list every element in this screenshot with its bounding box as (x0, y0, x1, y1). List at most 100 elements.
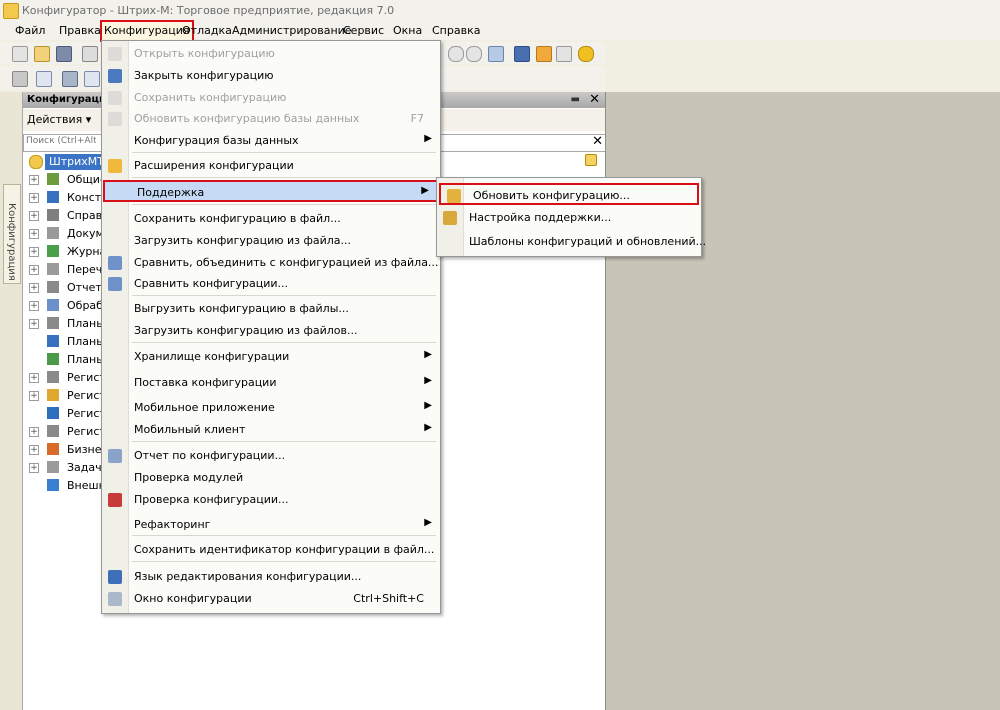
menu-item-2[interactable]: Закрыть конфигурацию (102, 65, 440, 87)
search-back-icon[interactable] (448, 46, 464, 62)
menu-item-5[interactable]: Конфигурация базы данных ▶ (102, 130, 440, 152)
menu-administration[interactable]: Администрирование (230, 23, 354, 39)
config-window-icon (108, 592, 122, 606)
tree-row-label: Регистры бухгалтерии (67, 407, 102, 420)
update-config-icon (447, 189, 461, 203)
tree-row-label: Планы счетов (67, 335, 102, 348)
expand-icon[interactable]: + (29, 265, 39, 275)
expand-icon[interactable]: + (29, 373, 39, 383)
menu-separator (132, 441, 436, 442)
menu-windows[interactable]: Окна (391, 23, 424, 39)
expand-icon[interactable]: + (29, 319, 39, 329)
menu-item-13[interactable]: Загрузить конфигурацию из файлов... (102, 320, 440, 342)
expand-icon[interactable]: + (29, 427, 39, 437)
new-document-icon[interactable] (12, 46, 28, 62)
accum-registers-icon (47, 389, 59, 401)
menu-item-label: Сравнить конфигурации... (134, 277, 289, 290)
external-sources-icon (47, 479, 59, 491)
panel-close-icon[interactable]: ✕ (589, 92, 600, 107)
expand-icon[interactable]: + (29, 175, 39, 185)
menu-item-23[interactable]: Язык редактирования конфигурации... (102, 566, 440, 588)
info-icon[interactable] (578, 46, 594, 62)
tree-row-label: Общие (67, 173, 102, 186)
menu-service[interactable]: Сервис (341, 23, 386, 39)
open-folder-icon[interactable] (34, 46, 50, 62)
expand-icon[interactable]: + (29, 463, 39, 473)
menu-item-9[interactable]: Загрузить конфигурацию из файла... (102, 230, 440, 252)
menu-item-24[interactable]: Окно конфигурации Ctrl+Shift+C (102, 588, 440, 610)
tree-root-label: ШтрихМТорговое (45, 154, 105, 170)
menu-file[interactable]: Файл (13, 23, 47, 39)
expand-icon[interactable]: + (29, 229, 39, 239)
properties-icon[interactable] (36, 71, 52, 87)
menu-help[interactable]: Справка (430, 23, 482, 39)
search-forward-icon[interactable] (466, 46, 482, 62)
menu-separator (132, 152, 436, 153)
tree-row-label: Бизнес-процессы (67, 443, 102, 456)
menu-item-21[interactable]: Рефакторинг ▶ (102, 514, 440, 536)
windows-icon[interactable] (488, 46, 504, 62)
menu-item-8[interactable]: Сохранить конфигурацию в файл... (102, 208, 440, 230)
tree-icon[interactable] (12, 71, 28, 87)
expand-icon[interactable]: + (29, 445, 39, 455)
menu-edit[interactable]: Правка (57, 23, 103, 39)
menu-item-16[interactable]: Мобильное приложение ▶ (102, 397, 440, 419)
tree-row-label: Обработки (67, 299, 102, 312)
menu-item-14[interactable]: Хранилище конфигурации ▶ (102, 346, 440, 368)
char-types-icon (47, 317, 59, 329)
menu-item-3[interactable]: Сохранить конфигурацию (102, 87, 440, 109)
tree-row-label: Планы видов расчета (67, 353, 102, 366)
submenu-arrow-icon: ▶ (424, 349, 432, 360)
menu-item-label: Сохранить идентификатор конфигурации в ф… (134, 543, 435, 556)
submenu-item-3[interactable]: Шаблоны конфигураций и обновлений... (437, 231, 706, 253)
update-db-icon (108, 112, 122, 126)
menu-item-11[interactable]: Сравнить конфигурации... (102, 273, 440, 295)
expand-icon[interactable]: + (29, 301, 39, 311)
tree-row-label: Задачи (67, 461, 102, 474)
menu-item-10[interactable]: Сравнить, объединить с конфигурацией из … (102, 252, 440, 274)
list-icon[interactable] (556, 46, 572, 62)
left-tab-strip: Конфигурация (0, 92, 22, 710)
menu-item-7[interactable]: Поддержка ▶ (103, 180, 439, 202)
tree-search-input[interactable] (26, 136, 96, 146)
menu-item-6[interactable]: Расширения конфигурации (102, 155, 440, 177)
submenu-item-1[interactable]: Обновить конфигурацию... (439, 183, 699, 205)
expand-icon[interactable]: + (29, 391, 39, 401)
help-search-icon[interactable] (536, 46, 552, 62)
window-icon[interactable] (84, 71, 100, 87)
catalogs-icon (47, 209, 59, 221)
menu-item-17[interactable]: Мобильный клиент ▶ (102, 419, 440, 441)
menu-bar: Файл Правка Конфигурация Отладка Админис… (0, 20, 1000, 42)
expand-icon[interactable]: + (29, 211, 39, 221)
run-debug-icon[interactable] (514, 46, 530, 62)
pin-icon[interactable]: ▬ (571, 94, 580, 105)
cut-icon[interactable] (82, 46, 98, 62)
submenu-arrow-icon: ▶ (424, 133, 432, 144)
expand-icon[interactable]: + (29, 193, 39, 203)
menu-item-19[interactable]: Проверка модулей (102, 467, 440, 489)
menu-item-18[interactable]: Отчет по конфигурации... (102, 445, 440, 467)
configuration-menu: Открыть конфигурацию Закрыть конфигурацию… (101, 40, 441, 614)
expand-icon[interactable]: + (29, 283, 39, 293)
submenu-item-2[interactable]: Настройка поддержки... (437, 207, 701, 229)
menu-separator (132, 204, 436, 205)
menu-item-1[interactable]: Открыть конфигурацию (102, 43, 440, 65)
calc-types-icon (47, 353, 59, 365)
menu-item-15[interactable]: Поставка конфигурации ▶ (102, 372, 440, 394)
menu-item-label: Открыть конфигурацию (134, 47, 275, 60)
save-icon[interactable] (56, 46, 72, 62)
menu-item-4[interactable]: Обновить конфигурацию базы данных F7 (102, 108, 440, 130)
support-submenu: Обновить конфигурацию... Настройка поддер… (436, 177, 706, 257)
menu-item-22[interactable]: Сохранить идентификатор конфигурации в ф… (102, 539, 440, 561)
menu-debug[interactable]: Отладка (180, 23, 234, 39)
database-icon[interactable] (62, 71, 78, 87)
menu-separator (132, 342, 436, 343)
constants-icon (47, 191, 59, 203)
actions-dropdown[interactable]: Действия ▾ (27, 113, 91, 126)
menu-item-12[interactable]: Выгрузить конфигурацию в файлы... (102, 298, 440, 320)
menu-item-label: Рефакторинг (134, 518, 211, 531)
tab-configuration[interactable]: Конфигурация (3, 184, 21, 284)
menu-item-20[interactable]: Проверка конфигурации... (102, 489, 440, 511)
expand-icon[interactable]: + (29, 247, 39, 257)
search-clear-icon[interactable]: ✕ (592, 135, 603, 149)
